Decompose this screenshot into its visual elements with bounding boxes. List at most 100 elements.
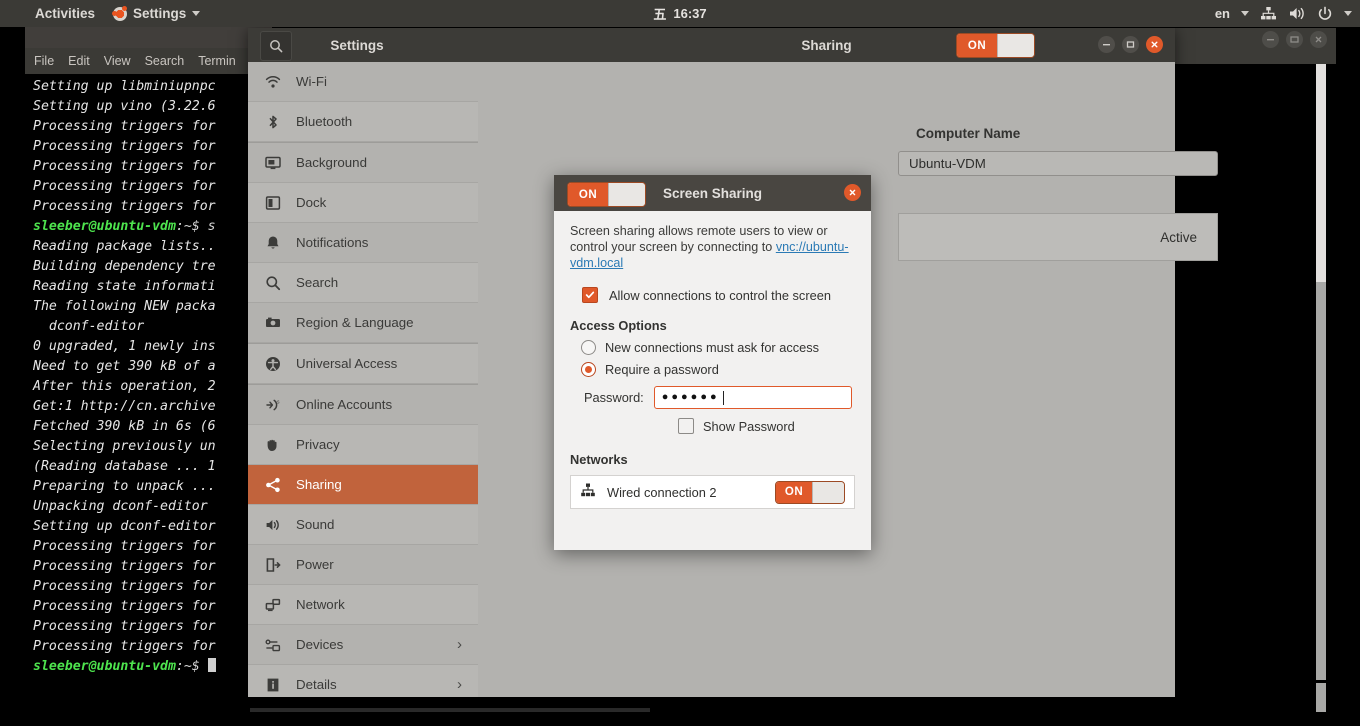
sidebar-item-label: Bluetooth: [296, 114, 353, 129]
radio-ask-row[interactable]: New connections must ask for access: [570, 340, 855, 356]
background-close-button[interactable]: [1310, 31, 1327, 48]
sidebar-item-sharing[interactable]: Sharing: [248, 465, 478, 505]
radio-require-password[interactable]: [581, 362, 596, 378]
speaker-icon: [264, 517, 282, 533]
terminal-line: sleeber@ubuntu-vdm:~$ s: [25, 217, 272, 237]
sharing-master-toggle-label: ON: [957, 34, 997, 57]
maximize-button[interactable]: [1122, 36, 1139, 53]
sidebar-item-label: Universal Access: [296, 356, 398, 371]
sidebar-item-label: Wi-Fi: [296, 74, 328, 89]
bell-icon: [264, 235, 282, 251]
terminal-cursor: [207, 658, 216, 672]
sidebar-item-background[interactable]: Background: [248, 143, 478, 183]
terminal-line: Processing triggers for: [33, 599, 216, 614]
sidebar-item-online-accounts[interactable]: s Online Accounts: [248, 385, 478, 425]
sidebar-item-region-language[interactable]: Region & Language: [248, 303, 478, 343]
terminal-line: Preparing to unpack ...: [33, 479, 216, 494]
volume-icon[interactable]: [1288, 6, 1306, 21]
clock-button[interactable]: 五 16:37: [0, 0, 1360, 27]
radio-ask-for-access[interactable]: [581, 340, 596, 356]
info-icon: [264, 677, 282, 693]
minimize-button[interactable]: [1098, 36, 1115, 53]
computer-name-input[interactable]: Ubuntu-VDM: [898, 151, 1218, 176]
share-icon: [264, 477, 282, 493]
terminal-line: sleeber@ubuntu-vdm:~$: [25, 657, 272, 677]
region-icon: [264, 315, 282, 331]
desktop-bottom-strip: [250, 708, 650, 712]
search-icon: [264, 275, 282, 291]
sidebar-item-details[interactable]: Details ›: [248, 665, 478, 697]
show-password-checkbox[interactable]: [678, 418, 694, 435]
terminal-output[interactable]: Setting up libminiupnpc Setting up vino (…: [25, 74, 272, 683]
password-input[interactable]: ●●●●●●: [653, 386, 852, 410]
sidebar-item-power[interactable]: Power: [248, 545, 478, 585]
sharing-master-toggle[interactable]: ON: [956, 33, 1035, 58]
background-maximize-button[interactable]: [1286, 31, 1303, 48]
terminal-prompt-path: :~$ s: [175, 219, 216, 234]
search-icon[interactable]: [260, 31, 292, 61]
dock-icon: [264, 195, 282, 211]
close-icon[interactable]: [844, 184, 861, 201]
terminal-line: Reading state informati: [33, 279, 216, 294]
terminal-menu-view[interactable]: View: [104, 54, 131, 68]
terminal-menu-search[interactable]: Search: [145, 54, 185, 68]
settings-titlebar-right: Sharing ON: [478, 28, 1175, 62]
sidebar-item-sound[interactable]: Sound: [248, 505, 478, 545]
sharing-row-status[interactable]: Active: [898, 213, 1218, 261]
chevron-right-icon: ›: [457, 676, 462, 693]
text-cursor: [722, 390, 724, 405]
network-row[interactable]: Wired connection 2 ON: [570, 475, 855, 510]
sidebar-item-bluetooth[interactable]: Bluetooth: [248, 102, 478, 142]
background-window-scrollbar-track[interactable]: [1316, 282, 1326, 712]
terminal-menu-edit[interactable]: Edit: [68, 54, 90, 68]
show-password-row[interactable]: Show Password: [570, 418, 855, 435]
terminal-line: Processing triggers for: [33, 539, 216, 554]
dialog-title: Screen Sharing: [662, 185, 763, 201]
keyboard-layout-label: en: [1214, 6, 1230, 21]
sidebar-item-network[interactable]: Network: [248, 585, 478, 625]
password-row: Password: ●●●●●●: [570, 386, 855, 410]
power-plug-icon: [264, 557, 282, 573]
sidebar-item-privacy[interactable]: Privacy: [248, 425, 478, 465]
screen-sharing-dialog: ON Screen Sharing Screen sharing allows …: [554, 175, 871, 550]
network-toggle[interactable]: ON: [775, 480, 845, 504]
status-menu[interactable]: en: [1215, 0, 1352, 27]
terminal-line: Setting up vino (3.22.6: [33, 99, 216, 114]
sidebar-item-dock[interactable]: Dock: [248, 183, 478, 223]
power-icon[interactable]: [1317, 6, 1333, 22]
terminal-line: Need to get 390 kB of a: [33, 359, 216, 374]
chevron-down-icon: [1241, 11, 1249, 16]
sidebar-item-search[interactable]: Search: [248, 263, 478, 303]
terminal-line: The following NEW packa: [33, 299, 216, 314]
dialog-description: Screen sharing allows remote users to vi…: [570, 224, 855, 271]
network-toggle-label: ON: [776, 481, 812, 503]
chevron-right-icon: ›: [457, 636, 462, 653]
terminal-menu-file[interactable]: File: [34, 54, 54, 68]
terminal-line: Building dependency tre: [33, 259, 216, 274]
terminal-menu-terminal[interactable]: Termin: [198, 54, 236, 68]
settings-titlebar[interactable]: Settings Sharing ON: [248, 28, 1175, 62]
sidebar-item-label: Power: [296, 557, 334, 572]
radio-ask-label: New connections must ask for access: [605, 340, 820, 356]
radio-password-row[interactable]: Require a password: [570, 362, 855, 378]
allow-control-checkbox[interactable]: [582, 287, 598, 304]
clock-day: 五: [653, 7, 667, 22]
allow-control-label: Allow connections to control the screen: [609, 287, 831, 303]
background-minimize-button[interactable]: [1262, 31, 1279, 48]
network-icon[interactable]: [1260, 6, 1277, 21]
show-password-label: Show Password: [703, 418, 795, 434]
background-window-scrollbar-thumb[interactable]: [1316, 64, 1326, 282]
close-button[interactable]: [1146, 36, 1163, 53]
terminal-line: Processing triggers for: [33, 139, 216, 154]
terminal-line: Processing triggers for: [33, 159, 216, 174]
dialog-titlebar[interactable]: ON Screen Sharing: [554, 175, 871, 211]
bluetooth-icon: [264, 114, 282, 130]
terminal-line: (Reading database ... 1: [33, 459, 216, 474]
sidebar-item-notifications[interactable]: Notifications: [248, 223, 478, 263]
background-icon: [264, 155, 282, 171]
sidebar-item-universal-access[interactable]: Universal Access: [248, 344, 478, 384]
allow-control-checkbox-row[interactable]: Allow connections to control the screen: [570, 287, 855, 304]
sidebar-item-wi-fi[interactable]: Wi-Fi: [248, 62, 478, 102]
sidebar-item-label: Details: [296, 677, 337, 692]
sidebar-item-devices[interactable]: Devices ›: [248, 625, 478, 665]
